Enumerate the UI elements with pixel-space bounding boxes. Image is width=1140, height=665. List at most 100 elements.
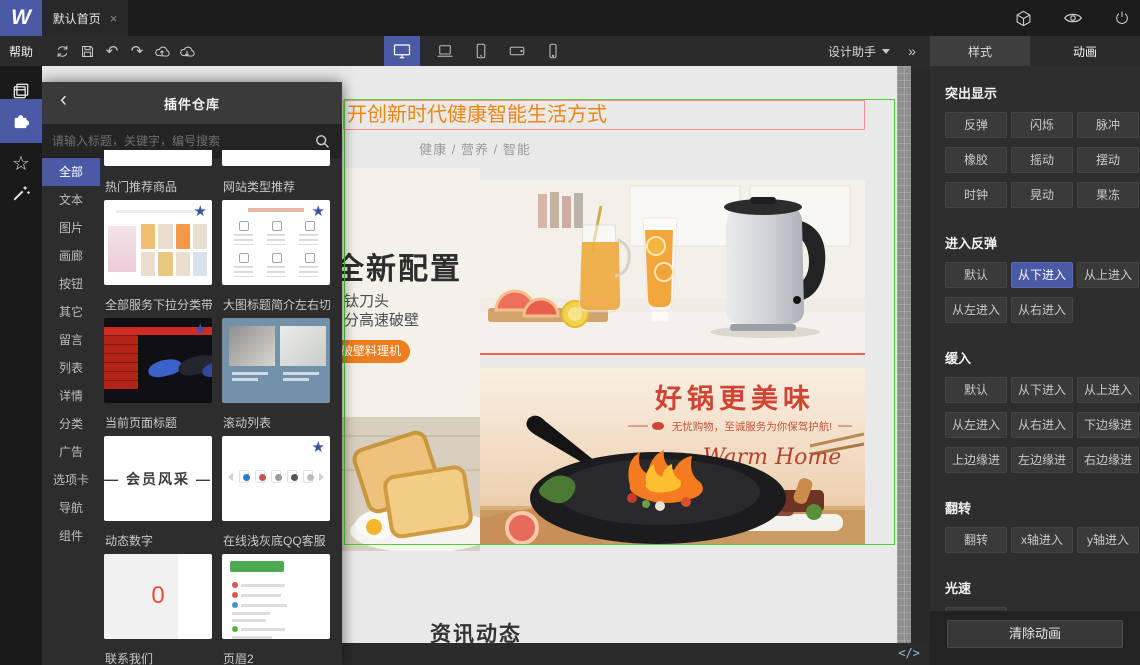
app-logo[interactable]: W [0,0,42,36]
search-icon[interactable] [314,133,330,149]
category-item[interactable]: 组件 [42,522,100,550]
device-tablet-landscape-icon[interactable] [506,36,528,66]
prev-arrow-icon[interactable] [228,472,233,481]
page-tab[interactable]: 默认首页 × [42,0,128,36]
category-item[interactable]: 其它 [42,298,100,326]
animation-button[interactable]: y轴进入 [1077,527,1139,553]
category-item[interactable]: 图片 [42,214,100,242]
animation-button[interactable]: 翻转 [945,527,1007,553]
animation-button[interactable]: 橡胶 [945,147,1007,173]
animation-button[interactable]: 从上进入 [1077,262,1139,288]
animation-button[interactable]: 从左进入 [945,412,1007,438]
cloud-download-icon[interactable] [179,43,195,59]
design-assistant-button[interactable]: 设计助手 [828,36,891,66]
magic-wand-icon[interactable] [0,176,42,210]
animation-button[interactable]: 下边缘进 [1077,412,1139,438]
animation-button[interactable]: 果冻 [1077,182,1139,208]
plugin-card[interactable]: ★ [222,200,330,285]
favorite-star-icon[interactable]: ★ [312,202,325,220]
category-item[interactable]: 留言 [42,326,100,354]
undo-icon[interactable]: ↶ [104,43,120,60]
cloud-upload-icon[interactable] [154,43,170,59]
plugin-card-partial[interactable] [104,150,212,166]
animation-button[interactable]: 左边缘进 [1011,447,1073,473]
animation-button[interactable]: 从右进入 [1011,412,1073,438]
tab-animation[interactable]: 动画 [1030,36,1140,66]
category-item[interactable]: 列表 [42,354,100,382]
device-phone-icon[interactable] [542,36,564,66]
more-chevrons-icon[interactable]: » [902,36,922,66]
back-icon[interactable]: ‹ [60,88,67,112]
power-exit-icon[interactable] [1114,10,1130,26]
animation-button[interactable]: 时钟 [945,182,1007,208]
preview-eye-icon[interactable] [1064,11,1082,25]
banner-left-image[interactable]: 全新配置 钛刀头 分高速破壁 热破壁料理机 [342,168,480,551]
preview-shape [228,470,324,483]
plugin-card[interactable] [222,554,330,639]
page-subtitle[interactable]: 健康 / 营养 / 智能 [375,139,575,158]
favorites-star-icon[interactable]: ☆ [0,146,42,180]
device-laptop-icon[interactable] [434,36,456,66]
banner-button[interactable]: 热破壁料理机 [342,340,410,363]
animation-button[interactable]: 从右进入 [1011,297,1073,323]
animation-button[interactable]: 默认 [945,377,1007,403]
category-item[interactable]: 广告 [42,438,100,466]
device-tablet-portrait-icon[interactable] [470,36,492,66]
kettle-banner-image[interactable] [480,180,865,355]
category-item[interactable]: 画廊 [42,242,100,270]
plugin-card[interactable]: 0 [104,554,212,639]
favorite-star-icon[interactable]: ★ [194,320,207,338]
category-item[interactable]: 选项卡 [42,466,100,494]
plugin-card[interactable]: ★ [104,200,212,285]
favorite-star-icon[interactable]: ★ [312,438,325,456]
news-section-heading[interactable]: 资讯动态 [430,618,522,643]
plugin-card-partial[interactable] [222,150,330,166]
animation-button[interactable]: 晃动 [1011,182,1073,208]
next-arrow-icon[interactable] [319,472,324,481]
device-desktop-icon[interactable] [384,36,420,66]
category-item[interactable]: 分类 [42,410,100,438]
redo-icon[interactable]: ↷ [129,43,145,60]
animation-button-grid: 反弹 闪烁 脉冲橡胶 摇动 摆动时钟 晃动 果冻 [945,112,1140,217]
code-view-icon[interactable]: </> [898,646,920,660]
animation-button[interactable]: 右边缘进 [1077,447,1139,473]
tab-style[interactable]: 样式 [930,36,1030,66]
animation-button[interactable]: 从上进入 [1077,377,1139,403]
animation-button[interactable]: 默认 [945,262,1007,288]
plugin-label: 动态数字 [105,534,154,548]
animation-button[interactable]: 从下进入 [1011,377,1073,403]
animation-button[interactable]: 上边缘进 [945,447,1007,473]
animation-button[interactable]: 从左进入 [945,297,1007,323]
save-icon[interactable] [79,43,95,59]
animation-button[interactable]: x轴进入 [1011,527,1073,553]
plugin-card[interactable] [222,318,330,403]
plugin-card[interactable]: ★ [104,318,212,403]
close-icon[interactable]: × [110,11,118,26]
category-item[interactable]: 导航 [42,494,100,522]
category-item[interactable]: 详情 [42,382,100,410]
animation-button[interactable]: 脉冲 [1077,112,1139,138]
animation-button[interactable]: 摆动 [1077,147,1139,173]
animation-button[interactable]: 反弹 [945,112,1007,138]
category-item[interactable]: 按钮 [42,270,100,298]
favorite-star-icon[interactable]: ★ [194,202,207,220]
feature-cell [262,250,291,278]
wok-banner-image[interactable]: 好锅更美味 无忧购物，至诚服务为你保驾护航! Warm Home [480,368,865,545]
animation-button-grid: 默认 从下进入 从上进入从左进入 从右进入 下边缘进上边缘进 左边缘进 右边缘进 [945,377,1140,482]
refresh-icon[interactable] [54,43,70,59]
plugin-card[interactable]: ★ [222,436,330,521]
clear-animation-button[interactable]: 清除动画 [947,620,1123,648]
help-button[interactable]: 帮助 [9,36,33,66]
category-item[interactable]: 文本 [42,186,100,214]
banner-section[interactable]: 全新配置 钛刀头 分高速破壁 热破壁料理机 [342,168,865,551]
animation-button[interactable]: 从下进入 [1011,262,1073,288]
canvas-scrollbar[interactable] [897,66,911,643]
logo-thumb [287,470,298,483]
page-title-element[interactable]: 开创新时代健康智能生活方式 [343,100,865,130]
plugin-card[interactable]: — 会员风采 — [104,436,212,521]
animation-button[interactable]: 摇动 [1011,147,1073,173]
animation-button[interactable]: 闪烁 [1011,112,1073,138]
puzzle-plugins-icon[interactable] [0,99,42,143]
category-item[interactable]: 全部 [42,158,100,186]
components-cube-icon[interactable] [1015,10,1032,27]
